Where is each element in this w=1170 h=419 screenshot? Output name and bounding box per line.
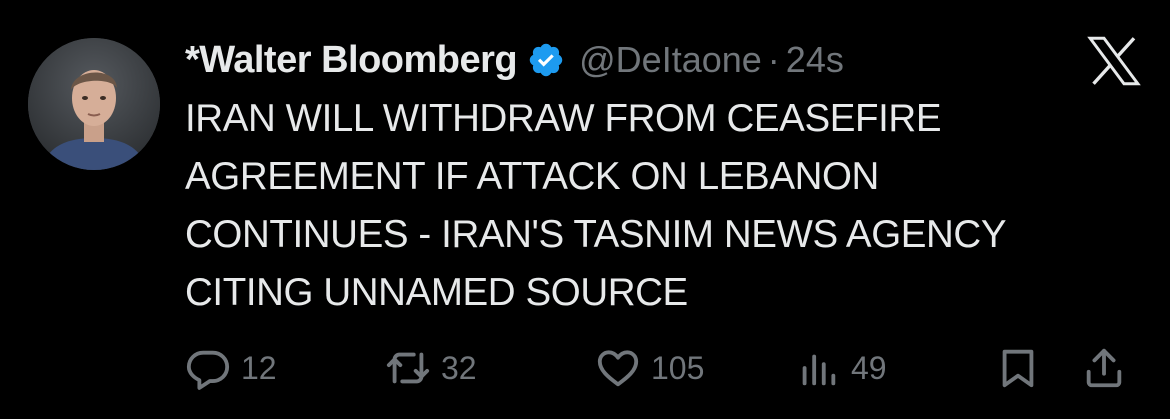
like-button[interactable]: 105 [595,342,704,394]
author-display-name[interactable]: *Walter Bloomberg [185,39,518,82]
verified-badge-icon [527,41,565,79]
author-handle[interactable]: @DeItaone [579,39,762,81]
share-icon [1081,345,1127,391]
reply-button[interactable]: 12 [185,342,277,394]
like-icon [595,345,641,391]
repost-count: 32 [441,349,477,386]
tweet-text: IRAN WILL WITHDRAW FROM CEASEFIRE AGREEM… [185,97,1007,314]
tweet-actions: 12 32 105 49 [185,342,1145,394]
share-button[interactable] [1081,342,1127,394]
repost-icon [385,345,431,391]
views-button[interactable]: 49 [795,342,887,394]
bookmark-button[interactable] [995,342,1041,394]
reply-icon [185,345,231,391]
avatar[interactable] [28,38,160,170]
bookmark-icon [995,345,1041,391]
x-logo-icon [1086,36,1142,86]
views-count: 49 [851,349,887,386]
header-separator: · [767,39,780,80]
views-icon [795,345,841,391]
reply-count: 12 [241,349,277,386]
tweet-card[interactable]: *Walter Bloomberg @DeItaone · 24s IRAN W… [0,0,1170,419]
tweet-timestamp[interactable]: 24s [786,39,844,81]
like-count: 105 [651,349,705,386]
repost-button[interactable]: 32 [385,342,477,394]
tweet-header: *Walter Bloomberg @DeItaone · 24s [185,30,844,90]
